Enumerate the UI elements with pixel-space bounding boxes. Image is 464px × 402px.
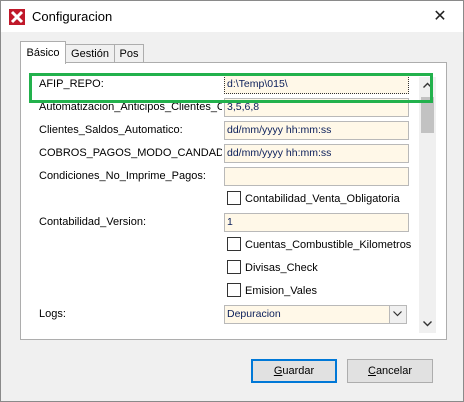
close-button[interactable]: ✕ — [417, 1, 463, 32]
close-icon: ✕ — [433, 8, 447, 25]
tab-basico[interactable]: Básico — [20, 41, 66, 64]
property-row-contabilidad-venta: Contabilidad_Venta_Obligatoria — [27, 188, 423, 211]
contabilidad-version-input[interactable]: 1 — [224, 213, 409, 232]
tab-gestion[interactable]: Gestión — [64, 44, 116, 63]
window-title: Configuracion — [32, 9, 113, 24]
vertical-scrollbar[interactable] — [419, 77, 436, 333]
basico-panel: AFIP_REPO: d:\Temp\015\ Automatizacion_A… — [20, 62, 447, 340]
property-row-cuentas-combustible: Cuentas_Combustible_Kilometros — [27, 234, 423, 257]
cancelar-button[interactable]: Cancelar — [347, 359, 433, 383]
configuracion-dialog: Configuracion ✕ Básico Gestión Pos AFIP_… — [0, 0, 464, 402]
property-label: COBROS_PAGOS_MODO_CANDADO — [39, 147, 222, 159]
property-grid: AFIP_REPO: d:\Temp\015\ Automatizacion_A… — [27, 73, 423, 333]
property-row-contabilidad-version: Contabilidad_Version: 1 — [27, 211, 423, 234]
contabilidad-venta-checkbox[interactable] — [227, 191, 241, 205]
property-label: Clientes_Saldos_Automatico: — [39, 124, 183, 136]
emision-vales-checkbox[interactable] — [227, 283, 241, 297]
checkbox-label: Divisas_Check — [245, 262, 318, 274]
checkbox-label: Contabilidad_Venta_Obligatoria — [245, 193, 400, 205]
property-row-logs: Logs: Depuracion — [27, 303, 423, 326]
title-bar: Configuracion ✕ — [1, 1, 463, 32]
chevron-down-icon — [423, 321, 432, 327]
checkbox-label: Cuentas_Combustible_Kilometros — [245, 239, 412, 251]
logs-select[interactable]: Depuracion — [224, 305, 393, 324]
logs-dropdown-button[interactable] — [389, 305, 407, 324]
property-row-divisas-check: Divisas_Check — [27, 257, 423, 280]
divisas-check-checkbox[interactable] — [227, 260, 241, 274]
condiciones-no-imprime-input[interactable] — [224, 167, 409, 186]
app-logo-icon — [9, 9, 25, 25]
checkbox-label: Emision_Vales — [245, 285, 317, 297]
tab-pos[interactable]: Pos — [114, 44, 144, 63]
property-label: Contabilidad_Version: — [39, 216, 147, 228]
property-label: Condiciones_No_Imprime_Pagos: — [39, 170, 206, 182]
cuentas-combustible-checkbox[interactable] — [227, 237, 241, 251]
property-row-cobros-pagos: COBROS_PAGOS_MODO_CANDADO dd/mm/yyyy hh:… — [27, 142, 423, 165]
chevron-down-icon — [393, 311, 402, 317]
property-row-clientes-saldos: Clientes_Saldos_Automatico: dd/mm/yyyy h… — [27, 119, 423, 142]
guardar-button[interactable]: Guardar — [251, 359, 337, 383]
clientes-saldos-input[interactable]: dd/mm/yyyy hh:mm:ss — [224, 121, 409, 140]
property-row-emision-vales: Emision_Vales — [27, 280, 423, 303]
highlight-box — [29, 73, 433, 103]
scroll-down-button[interactable] — [419, 316, 436, 333]
property-row-condiciones: Condiciones_No_Imprime_Pagos: — [27, 165, 423, 188]
property-label: Logs: — [39, 308, 66, 320]
cobros-pagos-input[interactable]: dd/mm/yyyy hh:mm:ss — [224, 144, 409, 163]
